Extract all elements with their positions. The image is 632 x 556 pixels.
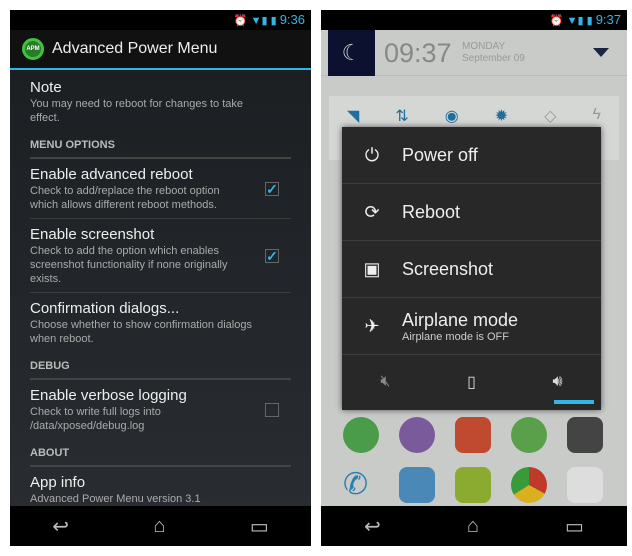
menu-item-airplane-mode[interactable]: ✈ Airplane mode Airplane mode is OFF [342, 298, 601, 355]
power-icon: ⏻ [364, 144, 380, 165]
chevron-down-icon[interactable] [593, 48, 609, 57]
left-phone-screen: ⏰ ▼▮ ▮ 9:36 APM Advanced Power Menu Note Y… [10, 10, 311, 546]
contacts-icon[interactable] [389, 460, 445, 510]
status-time: 9:37 [595, 12, 621, 27]
category-about: ABOUT [30, 439, 291, 467]
nav-bar: ↩ ⌂ ▭ [10, 506, 311, 546]
menu-label: Power off [402, 144, 478, 165]
date-label: September 09 [462, 53, 525, 64]
pref-verbose-logging[interactable]: Enable verbose logging Check to write ful… [30, 380, 291, 439]
status-icons: ⏰ ▼▮ ▮ [233, 15, 277, 27]
pref-title: Enable verbose logging [30, 387, 187, 404]
pref-title: Confirmation dialogs... [30, 300, 180, 317]
pref-summary: Check to add the option which enables sc… [30, 245, 228, 285]
preferences-list[interactable]: Note You may need to reboot for changes t… [10, 72, 311, 506]
pref-summary: Check to write full logs into /data/xpos… [30, 406, 161, 432]
menu-label: Screenshot [402, 258, 494, 279]
status-time: 9:36 [279, 12, 305, 27]
day-label: MONDAY [462, 41, 506, 52]
recents-icon[interactable]: ▭ [565, 514, 584, 539]
sound-on-icon[interactable]: 🔊︎ [553, 373, 563, 391]
menu-label: Reboot [402, 201, 461, 222]
pref-title: Enable advanced reboot [30, 166, 193, 183]
checkbox-checked[interactable]: ✓ [265, 248, 279, 263]
power-menu-dialog: ⏻ Power off ⟳ Reboot ▣ Screenshot ✈ Airplane… [342, 127, 601, 410]
pref-title: Note [30, 79, 62, 96]
right-phone-screen: ⏰ ▼▮ ▮ 9:37 ☾ 09:37 MONDAY September 09 ◥ ⇅… [321, 10, 627, 546]
category-debug: DEBUG [30, 352, 291, 380]
pref-summary: You may need to reboot for changes to ta… [30, 98, 244, 124]
pref-screenshot[interactable]: Enable screenshot Check to add the option… [30, 219, 291, 293]
nav-bar: ↩ ⌂ ▭ [321, 506, 627, 546]
pref-confirmation-dialogs[interactable]: Confirmation dialogs... Choose whether to… [30, 293, 291, 352]
date: MONDAY September 09 [462, 41, 525, 65]
viber-icon[interactable] [389, 410, 445, 460]
menu-label: Airplane mode [402, 309, 519, 330]
recents-icon[interactable]: ▭ [250, 514, 269, 539]
hangouts-icon[interactable] [501, 410, 557, 460]
messaging-icon[interactable] [445, 460, 501, 510]
pref-summary: Check to add/replace the reboot option w… [30, 185, 220, 211]
pref-title: Enable screenshot [30, 226, 155, 243]
back-icon[interactable]: ↩ [364, 514, 381, 539]
pref-summary: Advanced Power Menu version 3.1 [30, 493, 201, 505]
app-logo-icon: APM [22, 38, 44, 60]
home-icon[interactable]: ⌂ [153, 515, 165, 538]
status-bar: ⏰ ▼▮ ▮ 9:37 [321, 10, 627, 30]
app-title: Advanced Power Menu [52, 40, 218, 57]
menu-sublabel: Airplane mode is OFF [402, 330, 509, 343]
silent-icon[interactable]: 🔇︎ [380, 373, 390, 391]
sound-mode-row: 🔇︎ ▯ 🔊︎ [342, 355, 601, 409]
camera-icon[interactable] [557, 410, 613, 460]
whatsapp-icon[interactable] [333, 410, 389, 460]
category-menu-options: MENU OPTIONS [30, 131, 291, 159]
launcher-icons: ✆ [321, 410, 627, 510]
selected-indicator [554, 400, 594, 404]
home-icon[interactable]: ⌂ [467, 515, 479, 538]
airplane-icon: ✈ [364, 315, 380, 336]
back-icon[interactable]: ↩ [52, 514, 69, 539]
menu-item-screenshot[interactable]: ▣ Screenshot [342, 241, 601, 298]
clock: 09:37 [384, 38, 452, 68]
app-icon[interactable] [445, 410, 501, 460]
chrome-icon[interactable] [501, 460, 557, 510]
menu-item-power-off[interactable]: ⏻ Power off [342, 127, 601, 184]
status-bar: ⏰ ▼▮ ▮ 9:36 [10, 10, 311, 30]
checkbox-checked[interactable]: ✓ [265, 181, 279, 196]
status-icons: ⏰ ▼▮ ▮ [549, 15, 593, 27]
phone-icon[interactable]: ✆ [333, 460, 389, 510]
pref-title: App info [30, 474, 86, 491]
action-bar: APM Advanced Power Menu [10, 30, 311, 70]
play-store-icon[interactable] [557, 460, 613, 510]
pref-summary: Choose whether to show confirmation dial… [30, 319, 252, 345]
pref-advanced-reboot[interactable]: Enable advanced reboot Check to add/repla… [30, 159, 291, 219]
checkbox-unchecked[interactable] [265, 402, 279, 417]
moon-icon[interactable]: ☾ [328, 30, 375, 76]
menu-item-reboot[interactable]: ⟳ Reboot [342, 184, 601, 241]
notification-header: ☾ 09:37 MONDAY September 09 [321, 30, 627, 76]
pref-app-info[interactable]: App info Advanced Power Menu version 3.1 [30, 467, 291, 506]
image-icon: ▣ [363, 258, 381, 279]
reboot-icon: ⟳ [364, 201, 380, 222]
vibrate-icon[interactable]: ▯ [467, 372, 476, 392]
pref-note[interactable]: Note You may need to reboot for changes t… [30, 72, 291, 131]
